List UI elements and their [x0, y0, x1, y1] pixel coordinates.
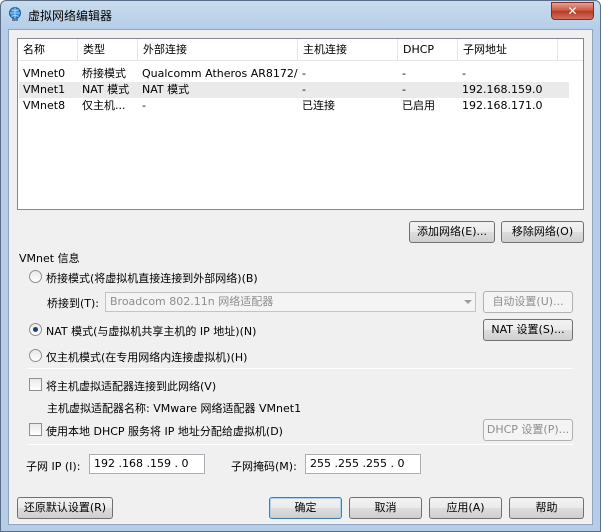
virtual-network-editor-window: 虚拟网络编辑器 ✕ 名称 类型 外部连接 主机连接 DHCP 子网地址 VMne…: [0, 0, 601, 532]
host-adapter-name-label: 主机虚拟适配器名称: VMware 网络适配器 VMnet1: [47, 402, 302, 415]
cell-name: VMnet1: [23, 83, 66, 96]
network-globe-icon: [9, 7, 21, 21]
cell-host: 已连接: [302, 99, 335, 112]
ok-button[interactable]: 确定: [269, 497, 342, 519]
subnet-mask-label: 子网掩码(M):: [231, 460, 297, 473]
cell-host: -: [302, 83, 306, 96]
column-header-name[interactable]: 名称: [18, 39, 78, 61]
cell-dhcp: 已启用: [402, 99, 435, 112]
subnet-mask-input[interactable]: 255 .255 .255 . 0: [305, 454, 421, 474]
network-list-header: 名称 类型 外部连接 主机连接 DHCP 子网地址: [18, 39, 583, 61]
column-header-external[interactable]: 外部连接: [138, 39, 298, 61]
network-list[interactable]: 名称 类型 外部连接 主机连接 DHCP 子网地址 VMnet0 桥接模式 Qu…: [17, 38, 584, 210]
add-network-button[interactable]: 添加网络(E)...: [409, 221, 495, 243]
table-row[interactable]: VMnet8 仅主机... - 已连接 已启用 192.168.171.0: [19, 98, 569, 114]
cell-subnet: 192.168.159.0: [462, 83, 543, 96]
dhcp-settings-button[interactable]: DHCP 设置(P)...: [483, 419, 573, 441]
vmnet-info-group-title: VMnet 信息: [19, 252, 80, 265]
cancel-button[interactable]: 取消: [349, 497, 422, 519]
remove-network-button[interactable]: 移除网络(O): [501, 221, 584, 243]
cell-host: -: [302, 67, 306, 80]
dialog-client-area: 名称 类型 外部连接 主机连接 DHCP 子网地址 VMnet0 桥接模式 Qu…: [8, 29, 593, 525]
bridged-mode-label[interactable]: 桥接模式(将虚拟机直接连接到外部网络)(B): [46, 270, 258, 286]
help-button[interactable]: 帮助: [509, 497, 584, 519]
connect-host-adapter-checkbox[interactable]: [29, 378, 42, 391]
window-title: 虚拟网络编辑器: [28, 9, 113, 23]
nat-mode-label[interactable]: NAT 模式(与虚拟机共享主机的 IP 地址)(N): [46, 323, 256, 339]
connect-host-adapter-label[interactable]: 将主机虚拟适配器连接到此网络(V): [46, 378, 216, 394]
cell-subnet: -: [462, 67, 466, 80]
separator: [27, 444, 573, 445]
title-bar: 虚拟网络编辑器 ✕: [1, 1, 600, 27]
table-row[interactable]: VMnet1 NAT 模式 NAT 模式 - - 192.168.159.0: [19, 82, 569, 98]
host-only-mode-label[interactable]: 仅主机模式(在专用网络内连接虚拟机)(H): [46, 349, 247, 365]
cell-type: NAT 模式: [82, 83, 130, 96]
chevron-down-icon: [464, 300, 472, 304]
use-dhcp-checkbox[interactable]: [29, 423, 42, 436]
close-icon: ✕: [567, 4, 578, 18]
cell-type: 桥接模式: [82, 67, 126, 80]
cell-type: 仅主机...: [82, 99, 126, 112]
host-only-mode-radio[interactable]: [29, 349, 42, 362]
separator: [27, 368, 573, 369]
cell-dhcp: -: [402, 67, 406, 80]
cell-dhcp: -: [402, 83, 406, 96]
subnet-ip-input[interactable]: 192 .168 .159 . 0: [89, 454, 205, 474]
column-header-dhcp[interactable]: DHCP: [398, 39, 458, 61]
cell-external: -: [142, 99, 146, 112]
table-row[interactable]: VMnet0 桥接模式 Qualcomm Atheros AR8172/... …: [19, 66, 569, 82]
column-header-subnet[interactable]: 子网地址: [458, 39, 558, 61]
cell-name: VMnet0: [23, 67, 66, 80]
auto-settings-button[interactable]: 自动设置(U)...: [483, 291, 573, 313]
close-button[interactable]: ✕: [551, 2, 594, 20]
nat-mode-radio[interactable]: [29, 323, 42, 336]
bridged-mode-radio[interactable]: [29, 270, 42, 283]
use-dhcp-label[interactable]: 使用本地 DHCP 服务将 IP 地址分配给虚拟机(D): [46, 423, 283, 439]
column-header-type[interactable]: 类型: [78, 39, 138, 61]
apply-button[interactable]: 应用(A): [429, 497, 502, 519]
restore-defaults-button[interactable]: 还原默认设置(R): [17, 497, 113, 519]
cell-external: Qualcomm Atheros AR8172/...: [142, 67, 298, 80]
column-header-host[interactable]: 主机连接: [298, 39, 398, 61]
bridge-to-value: Broadcom 802.11n 网络适配器: [110, 295, 274, 308]
bridge-to-select[interactable]: Broadcom 802.11n 网络适配器: [105, 292, 476, 312]
cell-name: VMnet8: [23, 99, 66, 112]
nat-settings-button[interactable]: NAT 设置(S)...: [483, 319, 573, 341]
cell-subnet: 192.168.171.0: [462, 99, 543, 112]
bridge-to-label: 桥接到(T):: [47, 297, 100, 310]
subnet-ip-label: 子网 IP (I):: [26, 460, 81, 473]
cell-external: NAT 模式: [142, 83, 190, 96]
